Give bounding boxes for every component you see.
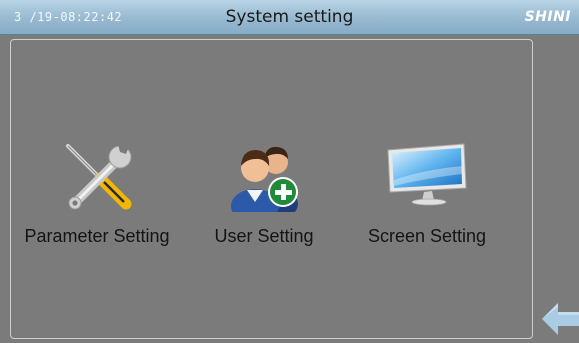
parameter-setting-label: Parameter Setting: [24, 226, 170, 246]
datetime-display: 3 /19-08:22:42: [14, 10, 123, 24]
back-arrow-icon[interactable]: [540, 299, 579, 339]
monitor-icon: [382, 140, 472, 212]
user-setting-label: User Setting: [214, 226, 314, 246]
system-setting-screen: 3 /19-08:22:42 System setting SHINI Para…: [0, 0, 579, 343]
user-add-icon: [219, 140, 309, 223]
screen-setting-button[interactable]: Screen Setting: [337, 140, 517, 260]
header-bar: 3 /19-08:22:42 System setting SHINI: [0, 0, 579, 35]
screen-setting-label: Screen Setting: [367, 226, 487, 246]
user-setting-button[interactable]: User Setting: [174, 140, 354, 260]
brand-logo: SHINI: [524, 9, 571, 25]
tools-icon: [52, 140, 142, 212]
settings-panel: Parameter Setting User Setting Screen Se…: [10, 39, 533, 339]
parameter-setting-button[interactable]: Parameter Setting: [7, 140, 187, 260]
page-title: System setting: [225, 7, 354, 27]
